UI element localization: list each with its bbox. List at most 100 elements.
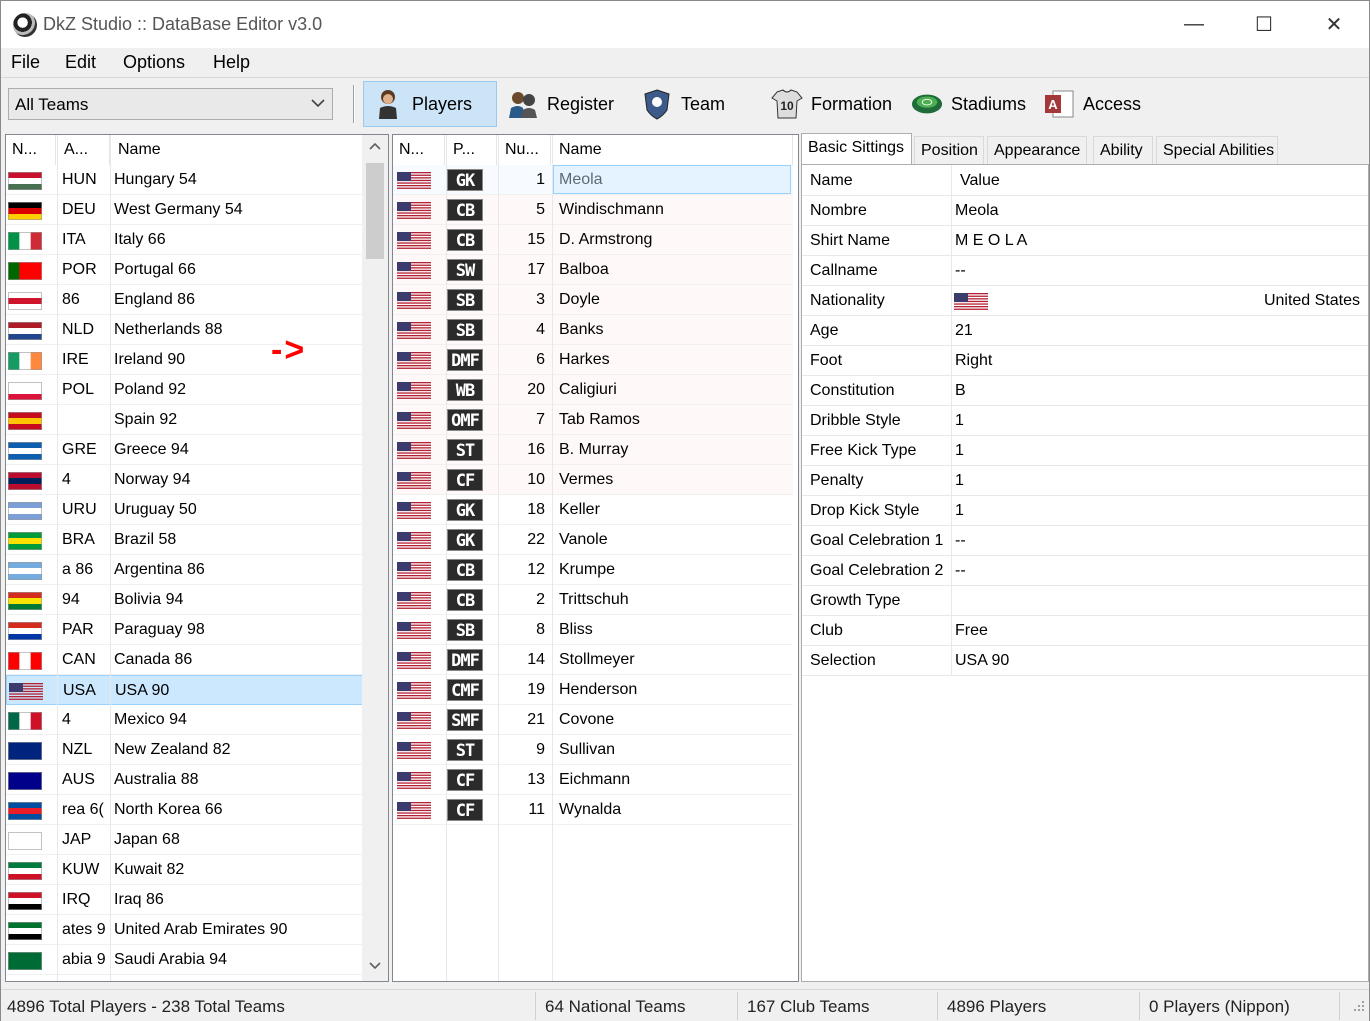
team-row[interactable]: CAN Canada 86 — [6, 645, 364, 675]
teams-scroll-thumb[interactable] — [366, 163, 384, 259]
team-row[interactable]: ates 9 United Arab Emirates 90 — [6, 915, 364, 945]
player-row[interactable]: SB 8 Bliss — [393, 615, 793, 645]
menu-edit[interactable]: Edit — [65, 52, 96, 73]
property-value[interactable]: Meola — [955, 196, 1355, 226]
property-row[interactable]: Goal Celebration 1 -- — [802, 526, 1368, 556]
tab-position[interactable]: Position — [914, 136, 984, 164]
team-row[interactable]: GRE Greece 94 — [6, 435, 364, 465]
property-value[interactable]: USA 90 — [955, 646, 1355, 676]
resize-grip-icon[interactable] — [1353, 999, 1365, 1017]
team-row[interactable]: ITA Italy 66 — [6, 225, 364, 255]
property-value[interactable]: Free — [955, 616, 1355, 646]
player-row[interactable]: ST 9 Sullivan — [393, 735, 793, 765]
property-row[interactable]: Constitution B — [802, 376, 1368, 406]
team-row[interactable]: AUS Australia 88 — [6, 765, 364, 795]
property-value[interactable]: -- — [955, 556, 1355, 586]
property-value[interactable]: 1 — [955, 436, 1355, 466]
team-row[interactable]: JAP Japan 68 — [6, 825, 364, 855]
property-row[interactable]: Growth Type — [802, 586, 1368, 616]
property-row[interactable]: Club Free — [802, 616, 1368, 646]
team-row[interactable]: Spain 92 — [6, 405, 364, 435]
players-header-name[interactable]: Name — [553, 135, 793, 165]
player-row[interactable]: SB 4 Banks — [393, 315, 793, 345]
property-value[interactable]: M E O L A — [955, 226, 1355, 256]
formation-button[interactable]: 10 Formation — [763, 81, 903, 127]
tab-special-abilities[interactable]: Special Abilities — [1156, 136, 1278, 164]
player-row[interactable]: WB 20 Caligiuri — [393, 375, 793, 405]
player-row[interactable]: SB 3 Doyle — [393, 285, 793, 315]
player-row[interactable]: CF 11 Wynalda — [393, 795, 793, 825]
property-row[interactable]: Age 21 — [802, 316, 1368, 346]
close-button[interactable]: ✕ — [1299, 1, 1369, 48]
player-row[interactable]: CB 15 D. Armstrong — [393, 225, 793, 255]
player-row[interactable]: GK 1 Meola — [393, 165, 793, 195]
player-row[interactable]: CMF 19 Henderson — [393, 675, 793, 705]
title-bar[interactable]: DkZ Studio :: DataBase Editor v3.0 — ☐ ✕ — [1, 1, 1369, 48]
property-row[interactable]: Dribble Style 1 — [802, 406, 1368, 436]
property-row[interactable]: Drop Kick Style 1 — [802, 496, 1368, 526]
property-value[interactable]: United States — [1160, 286, 1360, 316]
players-header-nation[interactable]: N... — [393, 135, 445, 165]
property-value[interactable]: 1 — [955, 466, 1355, 496]
teams-header-name[interactable]: Name — [112, 135, 364, 165]
player-row[interactable]: SMF 21 Covone — [393, 705, 793, 735]
property-value[interactable]: Right — [955, 346, 1355, 376]
menu-options[interactable]: Options — [123, 52, 185, 73]
team-row[interactable]: DEU West Germany 54 — [6, 195, 364, 225]
tab-basic-sittings[interactable]: Basic Sittings — [801, 133, 912, 165]
team-row[interactable]: POR Portugal 66 — [6, 255, 364, 285]
player-row[interactable]: CB 5 Windischmann — [393, 195, 793, 225]
property-row[interactable]: Shirt Name M E O L A — [802, 226, 1368, 256]
team-row[interactable]: NZL New Zealand 82 — [6, 735, 364, 765]
team-filter-select[interactable]: All Teams — [8, 88, 333, 120]
register-button[interactable]: Register — [499, 81, 619, 127]
property-row[interactable]: Selection USA 90 — [802, 646, 1368, 676]
scroll-down-icon[interactable] — [362, 959, 388, 981]
property-row[interactable]: Nombre Meola — [802, 196, 1368, 226]
property-value[interactable]: -- — [955, 526, 1355, 556]
team-row[interactable]: KUW Kuwait 82 — [6, 855, 364, 885]
property-value[interactable]: 21 — [955, 316, 1355, 346]
player-row[interactable]: OMF 7 Tab Ramos — [393, 405, 793, 435]
players-header-position[interactable]: P... — [447, 135, 497, 165]
player-row[interactable]: SW 17 Balboa — [393, 255, 793, 285]
team-row[interactable]: IRQ Iraq 86 — [6, 885, 364, 915]
team-row[interactable]: PAR Paraguay 98 — [6, 615, 364, 645]
team-row[interactable]: USA USA 90 — [6, 675, 364, 705]
team-row[interactable]: HUN Hungary 54 — [6, 165, 364, 195]
team-row[interactable]: 94 Bolivia 94 — [6, 585, 364, 615]
property-row[interactable]: Callname -- — [802, 256, 1368, 286]
property-value[interactable]: -- — [955, 256, 1355, 286]
property-row[interactable]: Foot Right — [802, 346, 1368, 376]
team-row[interactable]: URU Uruguay 50 — [6, 495, 364, 525]
team-row[interactable]: IRE Ireland 90 — [6, 345, 364, 375]
player-row[interactable]: CF 13 Eichmann — [393, 765, 793, 795]
teams-list[interactable]: N... A... Name HUN Hungary 54 DEU West Germ… — [5, 134, 389, 982]
menu-file[interactable]: File — [11, 52, 40, 73]
access-button[interactable]: A Access — [1035, 81, 1155, 127]
team-row[interactable]: BRA Brazil 58 — [6, 525, 364, 555]
stadiums-button[interactable]: Stadiums — [903, 81, 1033, 127]
player-row[interactable]: CF 10 Vermes — [393, 465, 793, 495]
player-row[interactable]: ST 16 B. Murray — [393, 435, 793, 465]
team-button[interactable]: Team — [633, 81, 743, 127]
property-row[interactable]: Penalty 1 — [802, 466, 1368, 496]
team-row[interactable]: 86 England 86 — [6, 285, 364, 315]
team-row[interactable]: POL Poland 92 — [6, 375, 364, 405]
maximize-button[interactable]: ☐ — [1229, 1, 1299, 48]
team-row[interactable]: 4 Norway 94 — [6, 465, 364, 495]
teams-header-nation[interactable]: N... — [6, 135, 56, 165]
property-value[interactable]: B — [955, 376, 1355, 406]
menu-help[interactable]: Help — [213, 52, 250, 73]
player-row[interactable]: GK 22 Vanole — [393, 525, 793, 555]
property-row[interactable]: Free Kick Type 1 — [802, 436, 1368, 466]
teams-header-abbr[interactable]: A... — [58, 135, 110, 165]
property-value[interactable]: 1 — [955, 496, 1355, 526]
players-header-number[interactable]: Nu... — [499, 135, 551, 165]
players-button[interactable]: Players — [363, 81, 497, 127]
property-row[interactable]: Goal Celebration 2 -- — [802, 556, 1368, 586]
property-value[interactable] — [955, 586, 1355, 616]
players-list[interactable]: N... P... Nu... Name GK 1 Meola CB 5 Windisch… — [392, 134, 799, 982]
team-row[interactable]: NLD Netherlands 88 — [6, 315, 364, 345]
team-row[interactable]: abia 9 Saudi Arabia 94 — [6, 945, 364, 975]
